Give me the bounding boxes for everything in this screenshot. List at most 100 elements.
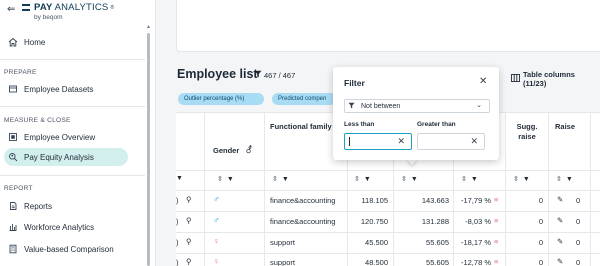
column-chip[interactable]: Outlier percentage (%) [178, 93, 264, 105]
sugg-raise-cell: 0 [538, 196, 543, 205]
filter-icon: ▼ [281, 175, 289, 183]
sidebar-item-label: Workforce Analytics [24, 222, 95, 232]
sugg-raise-cell: 0 [538, 217, 543, 226]
column-chip[interactable]: Predicted compen [272, 93, 336, 105]
row-expand-icon[interactable]: ) [176, 196, 179, 205]
edit-icon[interactable]: ✎ [557, 257, 563, 266]
functional-family-cell: support [270, 258, 296, 266]
clear-icon[interactable]: ✕ [397, 136, 405, 147]
clear-icon[interactable]: ✕ [470, 136, 478, 147]
column-filter[interactable]: ⇳ ▼ [556, 175, 573, 184]
employee-count-value: 467 / 467 [264, 70, 296, 80]
sidebar-item-workforce-analytics[interactable]: Workforce Analytics [4, 218, 128, 236]
pin-icon[interactable]: ⚲ [186, 257, 192, 266]
table-columns-button[interactable]: Table columns (11/23) [511, 70, 600, 88]
raise-header-label: Raise [555, 122, 576, 131]
sidebar-item-reports[interactable]: Reports [4, 197, 128, 215]
sort-icon: ⇳ [217, 176, 223, 183]
sort-icon: ⇳ [401, 176, 407, 183]
filter-icon: ▼ [470, 175, 478, 183]
row-divider [176, 232, 600, 233]
sugg-raise-cell: 0 [538, 238, 543, 247]
edit-icon[interactable]: ✎ [557, 237, 563, 246]
outlier-indicator-icon: ≡ [494, 257, 499, 266]
sidebar-item-label: Employee Overview [24, 132, 96, 142]
sidebar-item-value-based-comparison[interactable]: Value-based Comparison [4, 240, 128, 258]
column-filter[interactable]: ⇳ ▼ [461, 175, 478, 184]
scroll-up-icon[interactable]: ▲ [146, 24, 151, 30]
outlier-cell: -8,03 % [465, 217, 491, 226]
filter-popup: Filter ✕ Not between ⌄ Less than Greater… [333, 67, 499, 160]
female-icon: ♀ [213, 236, 220, 246]
outlier-cell: -17,79 % [460, 196, 491, 205]
sidebar-item-label: Employee Datasets [24, 84, 94, 94]
less-than-label: Less than [344, 121, 375, 128]
filter-popup-title: Filter [344, 78, 365, 88]
pin-icon[interactable]: ⚲ [186, 195, 192, 204]
section-label-measure-close: MEASURE & CLOSE [4, 117, 71, 124]
overview-icon [8, 132, 18, 142]
table-columns-label: Table columns (11/23) [523, 70, 575, 88]
sort-icon: ⇳ [513, 176, 519, 183]
filter-icon: ▼ [226, 175, 234, 183]
close-icon[interactable]: ✕ [479, 76, 487, 87]
row-divider [176, 190, 600, 191]
edit-icon[interactable]: ✎ [557, 216, 563, 225]
trademark: ® [110, 4, 115, 11]
edit-icon[interactable]: ✎ [557, 195, 563, 204]
row-expand-icon[interactable]: ) [176, 238, 179, 247]
functional-family-cell: finance&accounting [270, 196, 336, 205]
search-people-icon [8, 152, 18, 162]
outlier-cell: -12,78 % [460, 258, 491, 266]
column-filter[interactable]: ⇳ ▼ [401, 175, 418, 184]
raise-cell: 0 [576, 196, 581, 205]
reports-icon [8, 201, 18, 211]
column-filter[interactable]: ⇳ ▼ [354, 175, 371, 184]
sidebar-item-employee-datasets[interactable]: Employee Datasets [4, 80, 128, 98]
column-filter[interactable]: ⇳ ▼ [217, 175, 234, 184]
salary-cell: 118.105 [361, 196, 388, 205]
filter-operator-select[interactable]: Not between ⌄ [344, 99, 490, 113]
filter-icon: ▼ [565, 175, 573, 183]
sugg-raise-header-label: Sugg. raise [516, 122, 538, 141]
raise-cell: 0 [576, 238, 581, 247]
salary-cell: 120.750 [360, 217, 388, 226]
sidebar-item-label: Value-based Comparison [24, 244, 114, 254]
pin-icon[interactable]: ⚲ [186, 237, 192, 246]
sidebar-item-home[interactable]: Home [4, 33, 128, 51]
sort-icon: ⇳ [354, 176, 360, 183]
columns-icon [511, 74, 520, 84]
sort-icon: ⇳ [272, 176, 278, 183]
divider [0, 59, 145, 60]
greater-than-label: Greater than [417, 121, 456, 128]
pin-icon[interactable]: ⚲ [186, 216, 192, 225]
sidebar-item-employee-overview[interactable]: Employee Overview [4, 128, 128, 146]
column-filter[interactable]: ⇳ ▼ [513, 175, 530, 184]
row-expand-icon[interactable]: ) [176, 258, 179, 266]
raise-cell: 0 [576, 217, 581, 226]
greater-than-input[interactable]: ✕ [417, 133, 485, 150]
logo-mark-icon [22, 4, 30, 11]
sidebar-item-pay-equity-analysis[interactable]: Pay Equity Analysis [4, 148, 128, 166]
dataset-icon [8, 84, 18, 94]
male-icon: ♂ [213, 215, 220, 225]
male-icon: ♂ [213, 194, 220, 204]
divider [0, 175, 145, 176]
functional-family-header-label: Functional family [270, 122, 332, 131]
filter-icon[interactable]: ▼ [176, 175, 183, 182]
calculator-icon [8, 244, 18, 254]
row-expand-icon[interactable]: ) [176, 217, 179, 226]
row-divider [176, 253, 600, 254]
sidebar-scrollbar[interactable] [147, 33, 150, 266]
sidebar: ⇐ PAY ANALYTICS ® by beqom Home PREPARE Em… [0, 0, 156, 266]
filter-icon [254, 70, 262, 80]
employee-count: 467 / 467 [254, 70, 295, 80]
section-label-prepare: PREPARE [4, 69, 37, 76]
sidebar-item-label: Home [24, 37, 46, 47]
outlier-indicator-icon: ≡ [494, 237, 499, 246]
less-than-input[interactable]: ✕ [344, 133, 412, 150]
column-filter[interactable]: ⇳ ▼ [272, 175, 289, 184]
collapse-sidebar-icon[interactable]: ⇐ [7, 4, 15, 15]
outlier-cell: -18,17 % [460, 238, 491, 247]
text-caret [349, 137, 350, 146]
